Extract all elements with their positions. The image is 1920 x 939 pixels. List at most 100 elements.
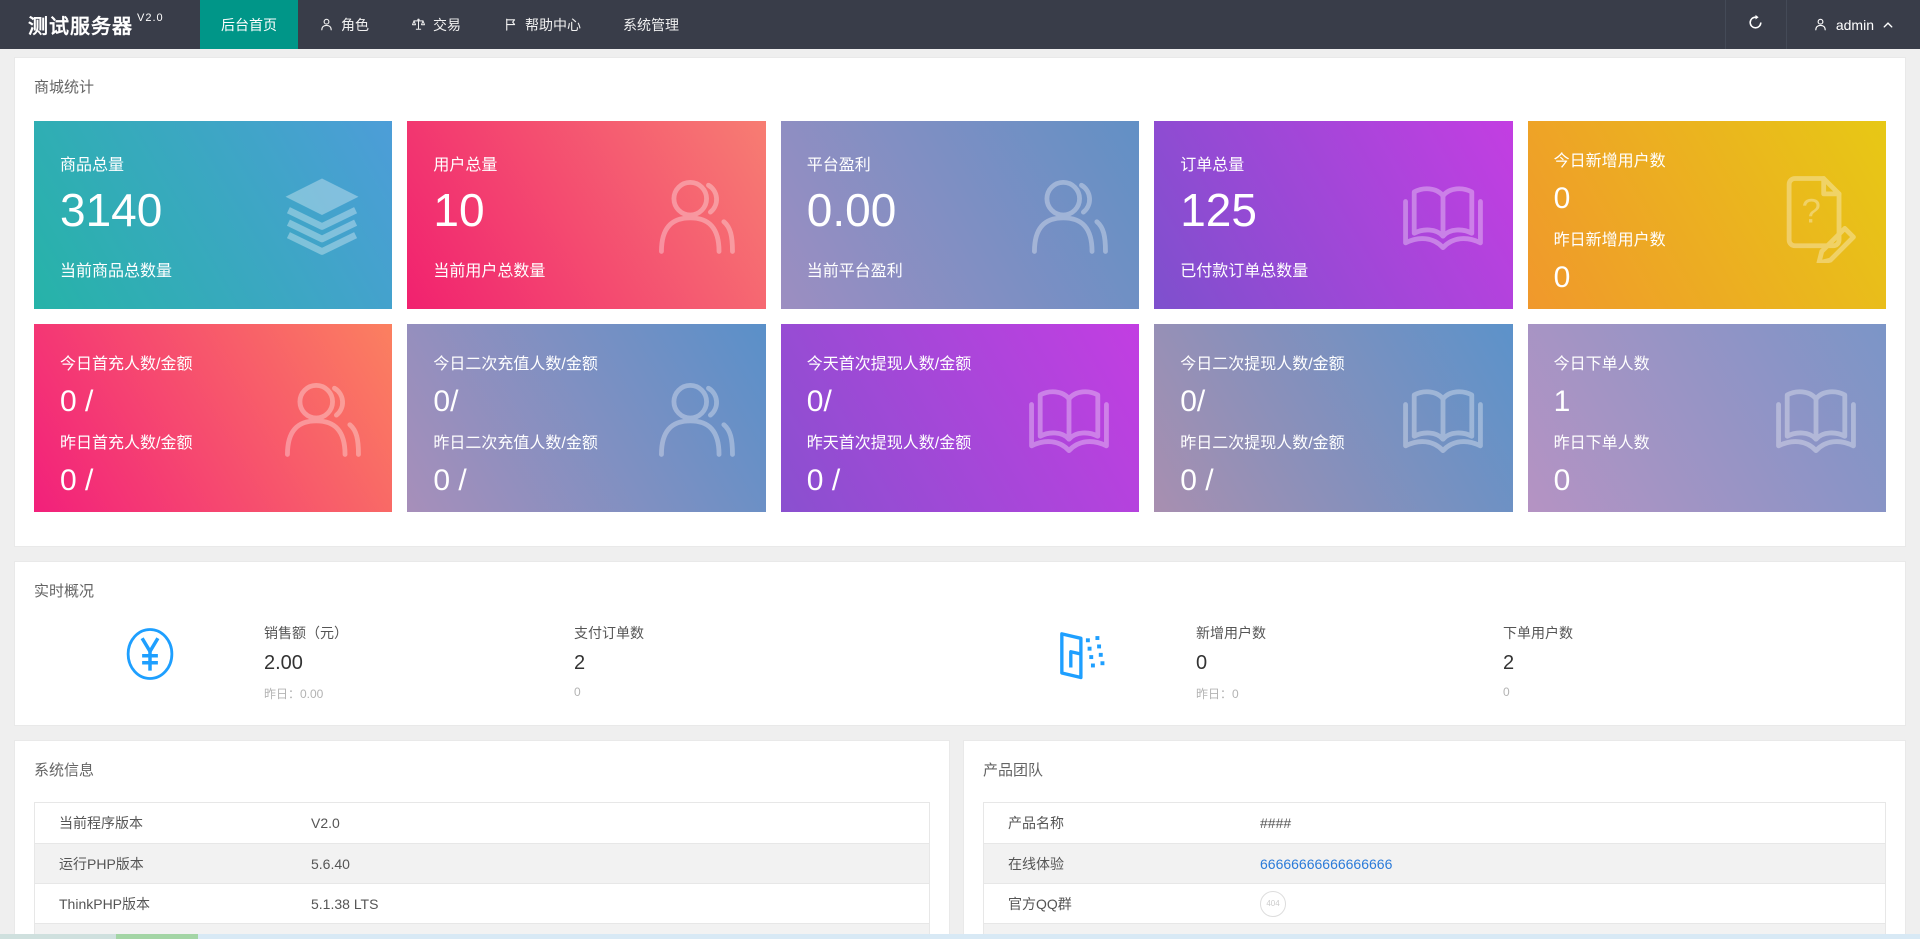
nav-item-4[interactable]: 系统管理 xyxy=(602,0,700,49)
stat-cards-grid: 商品总量3140当前商品总数量用户总量10当前用户总数量平台盈利0.00当前平台… xyxy=(34,121,1886,512)
stat-value: 2 xyxy=(1503,652,1573,675)
users-icon xyxy=(648,167,744,263)
stat-label: 支付订单数 xyxy=(574,623,1054,643)
mall-stats-title: 商城统计 xyxy=(34,76,1886,97)
stat-card-7: 今天首次提现人数/金额0/昨天首次提现人数/金额0 / xyxy=(781,324,1139,512)
info-value: #### xyxy=(1260,815,1291,831)
stat-sub: 0 xyxy=(574,685,1054,699)
info-label: 在线体验 xyxy=(984,854,1260,874)
info-label: ThinkPHP版本 xyxy=(35,894,311,914)
nav-item-1[interactable]: 角色 xyxy=(298,0,390,49)
info-row: 官方QQ群404 xyxy=(984,883,1885,923)
user-icon xyxy=(319,17,334,32)
book-icon xyxy=(1395,370,1491,466)
navbar-right: admin xyxy=(1725,0,1920,49)
info-row: 当前程序版本V2.0 xyxy=(35,803,929,843)
stat-card-0: 商品总量3140当前商品总数量 xyxy=(34,121,392,309)
stat-value: 0 xyxy=(1196,652,1503,675)
stat-card-4: 今日新增用户数0昨日新增用户数0? xyxy=(1528,121,1886,309)
realtime-panel: 实时概况 销售额（元）2.00昨日：0.00支付订单数20新增用户数0昨日：0下… xyxy=(14,561,1906,726)
stat-card-3: 订单总量125已付款订单总数量 xyxy=(1154,121,1512,309)
card-subtitle: 当前用户总数量 xyxy=(433,257,545,281)
realtime-title: 实时概况 xyxy=(34,580,1886,601)
card-value-2: 0 / xyxy=(807,466,1113,496)
refresh-icon xyxy=(1747,14,1764,36)
stat-sub: 0 xyxy=(1503,685,1573,699)
book-icon xyxy=(1021,370,1117,466)
nav-item-label: 角色 xyxy=(341,15,369,35)
nav-item-2[interactable]: 交易 xyxy=(390,0,482,49)
stat-label: 下单用户数 xyxy=(1503,623,1573,643)
card-value-2: 0 / xyxy=(60,466,366,496)
strip-teal-segment xyxy=(0,934,116,939)
nav-item-label: 帮助中心 xyxy=(525,15,581,35)
app-version: V2.0 xyxy=(137,12,164,24)
flag-icon xyxy=(503,17,518,32)
stat-card-6: 今日二次充值人数/金额0/昨日二次充值人数/金额0 / xyxy=(407,324,765,512)
top-navbar: 测试服务器 V2.0 后台首页 角色 交易 帮助中心 系统管理 admin xyxy=(0,0,1920,49)
username: admin xyxy=(1836,17,1874,33)
nav-item-3[interactable]: 帮助中心 xyxy=(482,0,602,49)
bottom-panels: 系统信息 当前程序版本V2.0运行PHP版本5.6.40ThinkPHP版本5.… xyxy=(14,740,1906,939)
stat-card-8: 今日二次提现人数/金额0/昨日二次提现人数/金额0 / xyxy=(1154,324,1512,512)
info-value: 404 xyxy=(1260,891,1286,917)
stat-label: 新增用户数 xyxy=(1196,623,1503,643)
layers-icon xyxy=(274,167,370,263)
card-subtitle: 当前商品总数量 xyxy=(60,257,172,281)
realtime-stat-4: 新增用户数 0 昨日：0 xyxy=(1196,623,1503,702)
stat-sub: 昨日：0 xyxy=(1196,685,1503,702)
nav-menu: 后台首页 角色 交易 帮助中心 系统管理 xyxy=(200,0,700,49)
product-team-title: 产品团队 xyxy=(983,759,1886,780)
scales-icon xyxy=(411,17,426,32)
users-icon xyxy=(274,370,370,466)
bottom-strip xyxy=(0,934,1920,939)
info-row: 产品名称#### xyxy=(984,803,1885,843)
app-title: 测试服务器 xyxy=(28,10,133,39)
info-label: 运行PHP版本 xyxy=(35,854,311,874)
stat-card-1: 用户总量10当前用户总数量 xyxy=(407,121,765,309)
online-demo-link[interactable]: 66666666666666666 xyxy=(1260,856,1392,872)
nav-item-label: 后台首页 xyxy=(221,15,277,35)
doc-question-icon: ? xyxy=(1768,167,1864,263)
users-icon xyxy=(1021,167,1117,263)
nav-item-label: 系统管理 xyxy=(623,15,679,35)
stat-card-9: 今日下单人数1昨日下单人数0 xyxy=(1528,324,1886,512)
system-info-title: 系统信息 xyxy=(34,759,930,780)
svg-text:?: ? xyxy=(1802,193,1821,231)
card-value-2: 0 xyxy=(1554,466,1860,496)
stat-card-5: 今日首充人数/金额0 /昨日首充人数/金额0 / xyxy=(34,324,392,512)
realtime-stat-5: 下单用户数 2 0 xyxy=(1503,623,1573,699)
stat-card-2: 平台盈利0.00当前平台盈利 xyxy=(781,121,1139,309)
refresh-button[interactable] xyxy=(1725,0,1787,49)
stat-value: 2.00 xyxy=(264,652,574,675)
book-icon xyxy=(1395,167,1491,263)
building-icon xyxy=(1054,623,1110,685)
user-icon xyxy=(1813,17,1828,32)
realtime-stat-1: 销售额（元）2.00昨日：0.00 xyxy=(264,623,574,702)
card-subtitle: 已付款订单总数量 xyxy=(1180,257,1308,281)
users-icon xyxy=(648,370,744,466)
caret-up-icon xyxy=(1882,19,1894,31)
card-value-2: 0 xyxy=(1554,263,1860,293)
nav-item-0[interactable]: 后台首页 xyxy=(200,0,298,49)
nav-item-label: 交易 xyxy=(433,15,461,35)
yen-circle-icon xyxy=(122,623,178,685)
app-logo: 测试服务器 V2.0 xyxy=(0,0,200,49)
realtime-row: 销售额（元）2.00昨日：0.00支付订单数20新增用户数0昨日：0下单用户数2… xyxy=(34,623,1886,702)
system-info-panel: 系统信息 当前程序版本V2.0运行PHP版本5.6.40ThinkPHP版本5.… xyxy=(14,740,950,939)
info-label: 当前程序版本 xyxy=(35,813,311,833)
info-value: 66666666666666666 xyxy=(1260,856,1392,872)
info-value: V2.0 xyxy=(311,815,340,831)
stat-value: 2 xyxy=(574,652,1054,675)
card-value-2: 0 / xyxy=(433,466,739,496)
product-team-table: 产品名称#### 在线体验66666666666666666 官方QQ群404 xyxy=(983,802,1886,939)
realtime-stat-2: 支付订单数 2 0 xyxy=(574,623,1054,699)
book-icon xyxy=(1768,370,1864,466)
stat-label: 销售额（元） xyxy=(264,623,574,643)
info-label: 产品名称 xyxy=(984,813,1260,833)
info-row: 运行PHP版本5.6.40 xyxy=(35,843,929,883)
user-menu[interactable]: admin xyxy=(1787,0,1920,49)
info-label: 官方QQ群 xyxy=(984,894,1260,914)
product-team-panel: 产品团队 产品名称#### 在线体验66666666666666666 官方QQ群4… xyxy=(963,740,1906,939)
mall-stats-panel: 商城统计 商品总量3140当前商品总数量用户总量10当前用户总数量平台盈利0.0… xyxy=(14,57,1906,547)
